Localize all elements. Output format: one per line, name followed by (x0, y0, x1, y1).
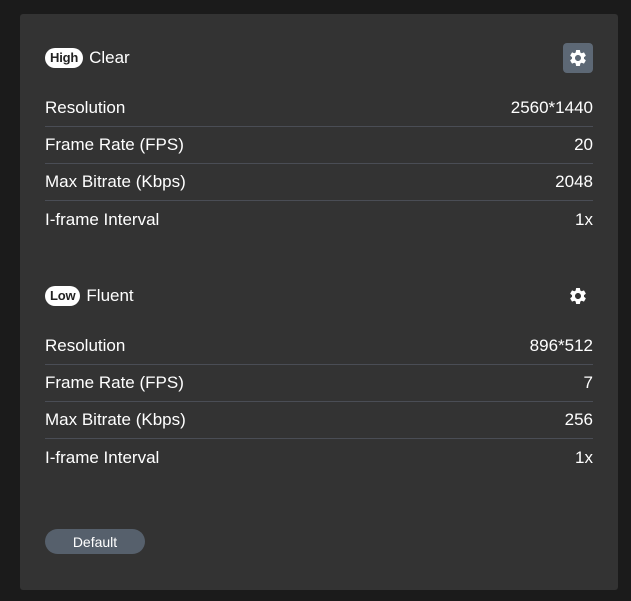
low-stream-header: Low Fluent (45, 276, 593, 316)
high-stream-title-group: High Clear (45, 48, 130, 68)
row-value: 2048 (555, 172, 593, 191)
row-label: Resolution (45, 336, 126, 355)
row-label: Resolution (45, 98, 126, 117)
row-label: Max Bitrate (Kbps) (45, 172, 186, 191)
low-stream-rows: Resolution 896*512 Frame Rate (FPS) 7 Ma… (45, 328, 593, 476)
gear-icon (570, 49, 586, 66)
row-value: 256 (564, 410, 593, 429)
low-resolution-row: Resolution 896*512 (45, 328, 593, 365)
low-stream-title: Fluent (86, 286, 134, 305)
low-badge: Low (45, 286, 81, 306)
row-value: 7 (583, 373, 593, 392)
row-label: Max Bitrate (Kbps) (45, 410, 186, 429)
gear-icon (570, 288, 586, 304)
row-value: 1x (575, 447, 593, 467)
high-iframe-interval-row: I-frame Interval 1x (45, 201, 593, 238)
low-max-bitrate-row: Max Bitrate (Kbps) 256 (45, 402, 593, 439)
high-stream-rows: Resolution 2560*1440 Frame Rate (FPS) 20… (45, 90, 593, 238)
high-stream-header: High Clear (45, 38, 593, 78)
high-resolution-row: Resolution 2560*1440 (45, 90, 593, 127)
low-frame-rate-row: Frame Rate (FPS) 7 (45, 365, 593, 402)
row-label: I-frame Interval (45, 209, 160, 229)
row-value: 1x (575, 209, 593, 229)
row-label: I-frame Interval (45, 447, 160, 467)
row-value: 20 (574, 135, 593, 154)
high-stream-title: Clear (89, 48, 130, 67)
row-label: Frame Rate (FPS) (45, 373, 184, 392)
high-badge: High (45, 48, 84, 68)
low-iframe-interval-row: I-frame Interval 1x (45, 439, 593, 476)
stream-settings-panel: High Clear Resolution 2560*1440 Frame Ra… (20, 14, 618, 590)
row-value: 2560*1440 (510, 98, 593, 117)
high-frame-rate-row: Frame Rate (FPS) 20 (45, 127, 593, 164)
low-stream-title-group: Low Fluent (45, 286, 134, 306)
high-stream-settings-button[interactable] (563, 43, 593, 73)
default-button[interactable]: Default (45, 529, 145, 554)
low-stream-settings-button[interactable] (563, 281, 593, 311)
row-value: 896*512 (529, 336, 593, 355)
row-label: Frame Rate (FPS) (45, 135, 184, 154)
high-max-bitrate-row: Max Bitrate (Kbps) 2048 (45, 164, 593, 201)
